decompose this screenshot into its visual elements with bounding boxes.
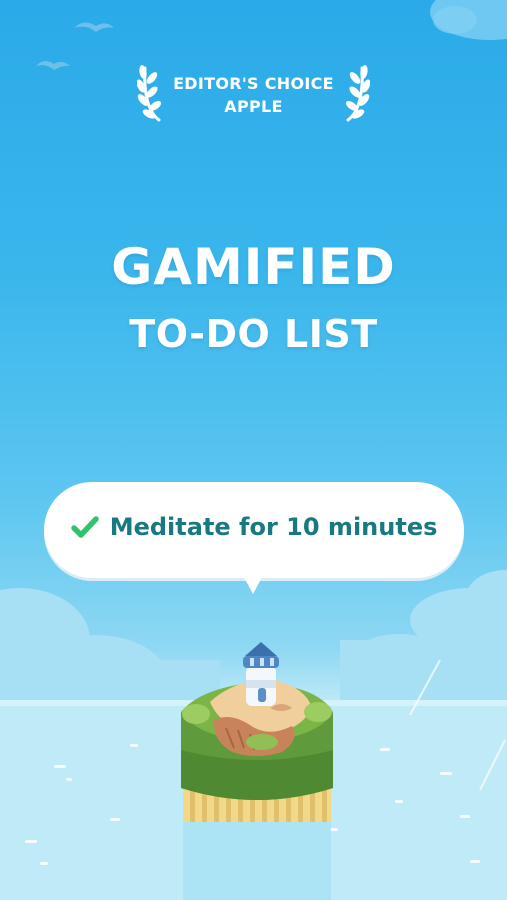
bubble-tail (240, 570, 266, 594)
background-scene (0, 0, 507, 900)
cloud-right (340, 570, 507, 705)
check-icon (70, 516, 99, 538)
editors-choice-badge: EDITOR'S CHOICE APPLE (137, 62, 370, 128)
cloud-left (0, 588, 220, 715)
task-text: Meditate for 10 minutes (109, 513, 438, 541)
headline-primary: GAMIFIED (111, 238, 396, 296)
badge-subtitle: APPLE (224, 97, 283, 116)
cloud-top-right (430, 0, 507, 40)
onboarding-screen: EDITOR'S CHOICE APPLE GAMIFIED TO-DO LIS… (0, 0, 507, 900)
bird-icon (36, 22, 114, 70)
laurel-wreath-icon (345, 65, 370, 122)
laurel-wreath-icon (137, 65, 162, 122)
task-bubble: Meditate for 10 minutes (44, 482, 464, 578)
headline-secondary: TO-DO LIST (129, 312, 378, 356)
badge-title: EDITOR'S CHOICE (173, 74, 334, 93)
